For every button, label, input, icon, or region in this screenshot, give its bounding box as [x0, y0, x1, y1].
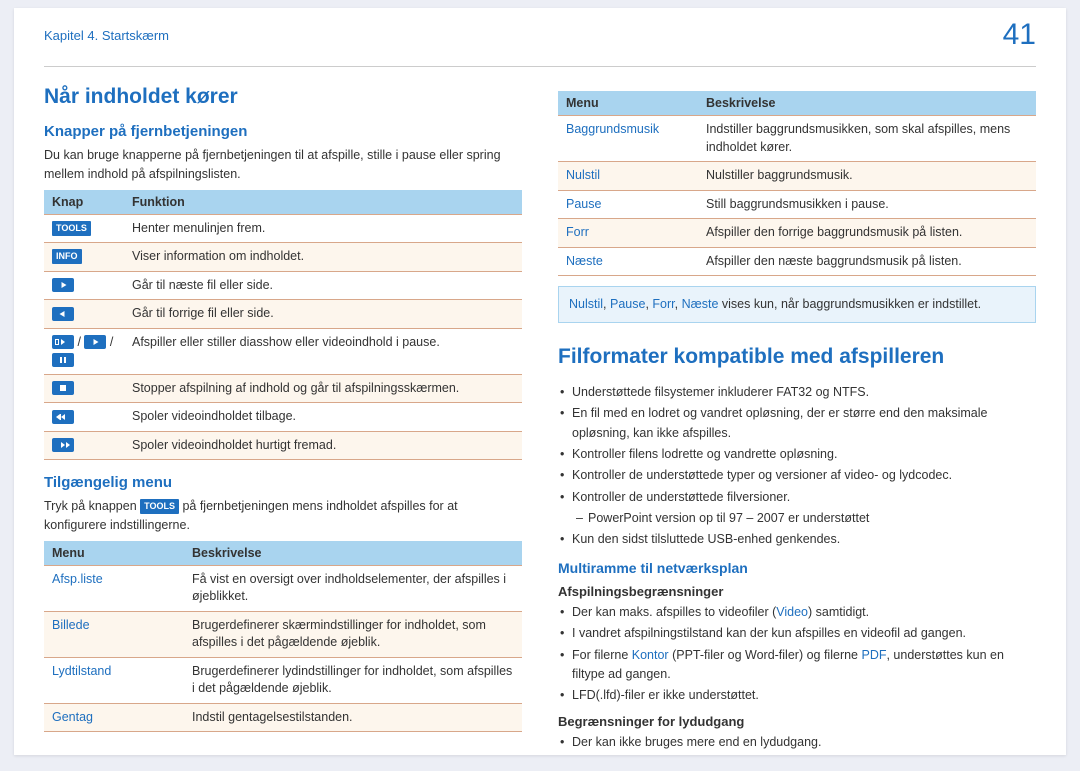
cell: Går til forrige fil eller side.: [124, 300, 522, 329]
th-button: Knap: [44, 190, 124, 215]
info-tag-icon: INFO: [52, 249, 82, 264]
list-item: Kontroller filens lodrette og vandrette …: [572, 445, 1036, 464]
cell-key: Næste: [558, 247, 698, 276]
header: Kapitel 4. Startskærm 41: [44, 28, 1036, 60]
cell-key: Baggrundsmusik: [558, 116, 698, 162]
th-function: Funktion: [124, 190, 522, 215]
stop-icon: [52, 381, 74, 395]
pause-icon: [52, 353, 74, 367]
cell: Nulstiller baggrundsmusik.: [698, 162, 1036, 191]
right-column: Menu Beskrivelse Baggrundsmusik Indstill…: [558, 85, 1036, 754]
cell: Spoler videoindholdet hurtigt fremad.: [124, 431, 522, 460]
text: ) samtidigt.: [808, 605, 869, 619]
list-item: Kontroller de understøttede filversioner…: [572, 488, 1036, 507]
available-menu-table: Menu Beskrivelse Afsp.liste Få vist en o…: [44, 541, 522, 733]
list-item: En fil med en lodret og vandret opløsnin…: [572, 404, 1036, 443]
text: Kontor: [632, 648, 669, 662]
fastforward-icon: [52, 438, 74, 452]
cell: Still baggrundsmusikken i pause.: [698, 190, 1036, 219]
bullet-list: Kun den sidst tilsluttede USB-enhed genk…: [558, 530, 1036, 549]
th-menu: Menu: [44, 541, 184, 566]
left-column: Når indholdet kører Knapper på fjernbetj…: [44, 85, 522, 754]
sub-heading: Afspilningsbegrænsninger: [558, 584, 1036, 599]
divider: [44, 66, 1036, 67]
list-item: I vandret afspilningstilstand kan der ku…: [572, 624, 1036, 643]
cell: Stopper afspilning af indhold og går til…: [124, 374, 522, 403]
text: (PPT-filer og Word-filer) og filerne: [669, 648, 862, 662]
cell: Brugerdefinerer skærmindstillinger for i…: [184, 611, 522, 657]
subsection-heading: Multiramme til netværksplan: [558, 560, 1036, 576]
subsection-heading: Knapper på fjernbetjeningen: [44, 123, 522, 140]
sub-heading: Begrænsninger for lydudgang: [558, 714, 1036, 729]
play-icon: [84, 335, 106, 349]
text: vises kun, når baggrundsmusikken er inds…: [718, 297, 981, 311]
bullet-list: Der kan ikke bruges mere end en lydudgan…: [558, 733, 1036, 752]
cell: Går til næste fil eller side.: [124, 271, 522, 300]
text: Nulstil: [569, 297, 603, 311]
section-heading: Når indholdet kører: [44, 85, 522, 109]
sub-list: PowerPoint version op til 97 – 2007 er u…: [558, 509, 1036, 528]
cell: Indstiller baggrundsmusikken, som skal a…: [698, 116, 1036, 162]
bullet-list: Understøttede filsystemer inkluderer FAT…: [558, 383, 1036, 507]
list-item: Der kan maks. afspilles to videofiler (V…: [572, 603, 1036, 622]
list-item: Der kan ikke bruges mere end en lydudgan…: [572, 733, 1036, 752]
cell-key: Pause: [558, 190, 698, 219]
cell: Henter menulinjen frem.: [124, 214, 522, 243]
th-desc: Beskrivelse: [698, 91, 1036, 116]
bg-music-table: Menu Beskrivelse Baggrundsmusik Indstill…: [558, 91, 1036, 276]
list-item: Kun den sidst tilsluttede USB-enhed genk…: [572, 530, 1036, 549]
paragraph: Tryk på knappen TOOLS på fjernbetjeninge…: [44, 497, 522, 535]
cell-key: Gentag: [44, 703, 184, 732]
list-item: LFD(.lfd)-filer er ikke understøttet.: [572, 686, 1036, 705]
page-number: 41: [1003, 18, 1036, 52]
paragraph: Du kan bruge knapperne på fjernbetjening…: [44, 146, 522, 184]
text: Tryk på knappen: [44, 499, 140, 513]
text: Næste: [682, 297, 719, 311]
content-columns: Når indholdet kører Knapper på fjernbetj…: [44, 85, 1036, 754]
cell: Indstil gentagelsestilstanden.: [184, 703, 522, 732]
cell: Afspiller den næste baggrundsmusik på li…: [698, 247, 1036, 276]
text: Video: [776, 605, 808, 619]
remote-buttons-table: Knap Funktion TOOLS Henter menulinjen fr…: [44, 190, 522, 461]
cell: Afspiller eller stiller diasshow eller v…: [124, 328, 522, 374]
list-item: Understøttede filsystemer inkluderer FAT…: [572, 383, 1036, 402]
cell: Spoler videoindholdet tilbage.: [124, 403, 522, 432]
cell: Afspiller den forrige baggrundsmusik på …: [698, 219, 1036, 248]
cell: Få vist en oversigt over indholdselement…: [184, 565, 522, 611]
text: Forr: [652, 297, 674, 311]
tools-tag-icon: TOOLS: [140, 499, 179, 515]
list-item: For filerne Kontor (PPT-filer og Word-fi…: [572, 646, 1036, 685]
cell: Brugerdefinerer lydindstillinger for ind…: [184, 657, 522, 703]
bullet-list: Der kan maks. afspilles to videofiler (V…: [558, 603, 1036, 706]
next-icon: [52, 278, 74, 292]
prev-icon: [52, 307, 74, 321]
cell-key: Billede: [44, 611, 184, 657]
text: PDF: [861, 648, 886, 662]
text: Der kan maks. afspilles to videofiler (: [572, 605, 776, 619]
list-item: PowerPoint version op til 97 – 2007 er u…: [588, 509, 1036, 528]
th-menu: Menu: [558, 91, 698, 116]
tools-tag-icon: TOOLS: [52, 221, 91, 236]
cell-key: Forr: [558, 219, 698, 248]
subsection-heading: Tilgængelig menu: [44, 474, 522, 491]
play-pause-combo-icon: [52, 335, 74, 349]
section-heading: Filformater kompatible med afspilleren: [558, 345, 1036, 369]
page: Kapitel 4. Startskærm 41 Når indholdet k…: [14, 8, 1066, 755]
breadcrumb: Kapitel 4. Startskærm: [44, 28, 169, 43]
note-box: Nulstil, Pause, Forr, Næste vises kun, n…: [558, 286, 1036, 323]
text: Pause: [610, 297, 645, 311]
list-item: Kontroller de understøttede typer og ver…: [572, 466, 1036, 485]
text: For filerne: [572, 648, 632, 662]
cell-key: Nulstil: [558, 162, 698, 191]
cell-key: Afsp.liste: [44, 565, 184, 611]
th-desc: Beskrivelse: [184, 541, 522, 566]
cell: Viser information om indholdet.: [124, 243, 522, 272]
rewind-icon: [52, 410, 74, 424]
cell-key: Lydtilstand: [44, 657, 184, 703]
